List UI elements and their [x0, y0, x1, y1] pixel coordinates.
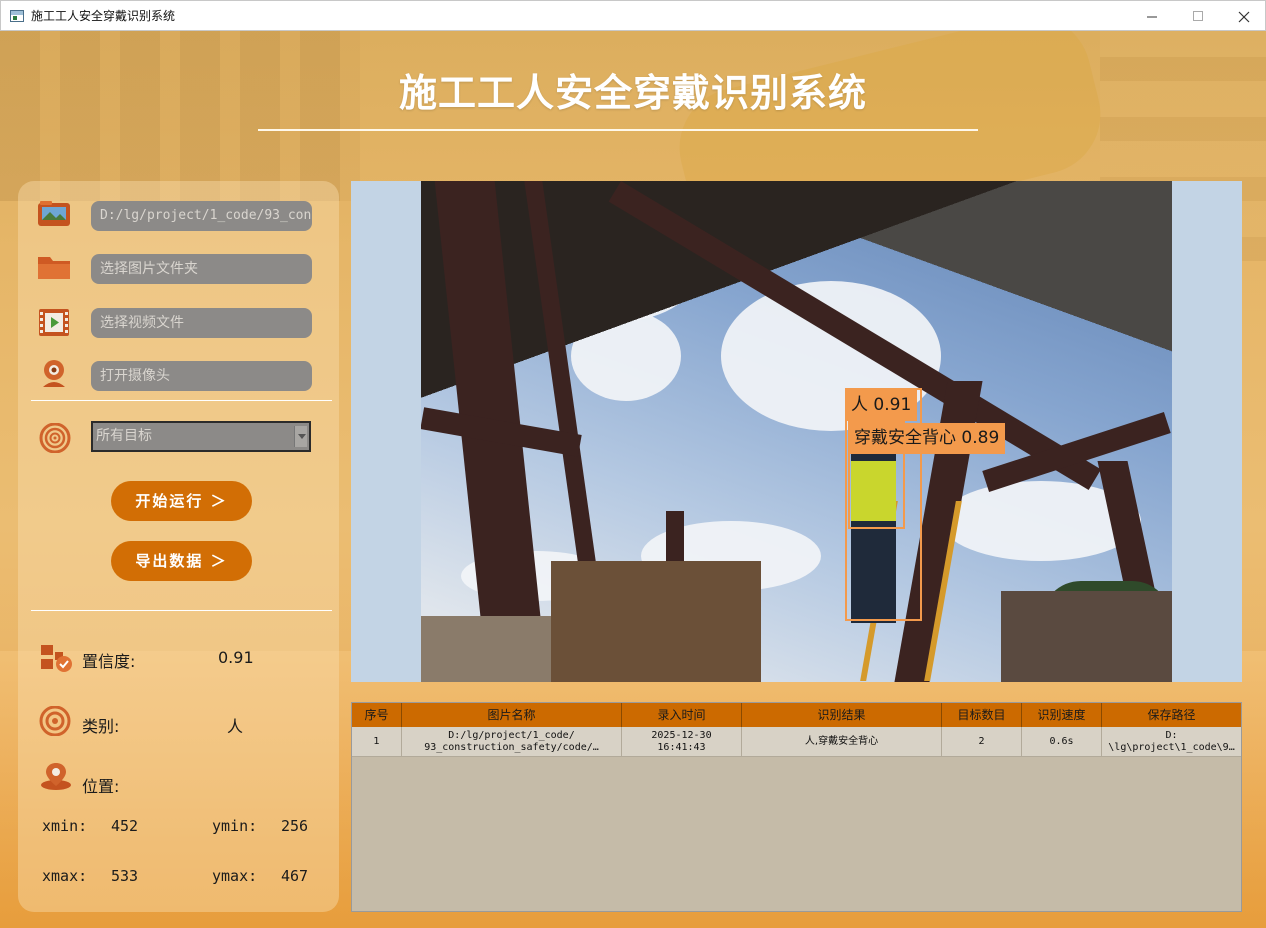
class-label: 类别: — [82, 717, 120, 736]
ymin-label: ymin: — [212, 817, 258, 835]
cell-image-name-line1: D:/lg/project/1_code/ — [448, 730, 575, 741]
confidence-value: 0.91 — [218, 648, 254, 667]
image-folder-input[interactable]: 选择图片文件夹 — [91, 254, 312, 284]
column-header[interactable]: 识别结果 — [742, 703, 942, 727]
cell-index: 1 — [352, 727, 402, 757]
cell-count: 2 — [942, 727, 1022, 757]
cell-save-path-line2: \lg\project\1_code\9… — [1108, 742, 1235, 753]
xmin-label: xmin: — [42, 817, 88, 835]
cell-image-name-line2: 93_construction_safety/code/… — [424, 742, 599, 753]
detection-label-vest: 穿戴安全背心 0.89 — [848, 423, 1006, 454]
confidence-label: 置信度: — [82, 652, 136, 671]
cell-speed: 0.6s — [1022, 727, 1102, 757]
column-header[interactable]: 保存路径 — [1102, 703, 1241, 727]
close-icon — [1238, 11, 1250, 22]
cell-image-name: D:/lg/project/1_code/ 93_construction_sa… — [402, 727, 622, 757]
xmax-value: 533 — [111, 867, 139, 885]
image-path-input[interactable]: D:/lg/project/1_code/93_construction_saf… — [91, 201, 312, 231]
minimize-icon — [1146, 16, 1157, 18]
title-divider — [258, 129, 978, 131]
window-titlebar: 施工工人安全穿戴识别系统 — [0, 0, 1266, 31]
page-title: 施工工人安全穿戴识别系统 — [398, 71, 867, 115]
column-header[interactable]: 目标数目 — [942, 703, 1022, 727]
cell-save-path-line1: D: — [1165, 730, 1178, 741]
target-icon — [39, 423, 71, 453]
ymin-value: 256 — [281, 817, 309, 835]
app-icon — [10, 9, 24, 22]
cell-time-clock: 16:41:43 — [657, 742, 706, 753]
window-title: 施工工人安全穿戴识别系统 — [31, 9, 176, 23]
image-file-icon[interactable] — [36, 199, 72, 229]
image-display: 人 0.91 穿戴安全背心 0.89 — [351, 181, 1242, 682]
target-select-value: 所有目标 — [96, 428, 152, 444]
class-value: 人 — [227, 717, 244, 736]
column-header[interactable]: 图片名称 — [402, 703, 622, 727]
detection-photo: 人 0.91 穿戴安全背心 0.89 — [421, 181, 1172, 682]
table-row[interactable]: 1 D:/lg/project/1_code/ 93_construction_… — [352, 727, 1241, 757]
folder-icon[interactable] — [36, 252, 72, 282]
class-icon — [39, 706, 71, 736]
camera-input[interactable]: 打开摄像头 — [91, 361, 312, 391]
video-file-input[interactable]: 选择视频文件 — [91, 308, 312, 338]
xmax-label: xmax: — [42, 867, 88, 885]
target-select[interactable]: 所有目标 — [91, 421, 311, 452]
cell-save-path: D: \lg\project\1_code\9… — [1102, 727, 1241, 757]
xmin-value: 452 — [111, 817, 139, 835]
position-label: 位置: — [82, 777, 120, 796]
results-table[interactable]: 序号 图片名称 录入时间 识别结果 目标数目 识别速度 保存路径 1 D:/lg… — [351, 702, 1242, 912]
cell-result: 人,穿戴安全背心 — [742, 727, 942, 757]
chevron-down-icon[interactable] — [294, 426, 307, 447]
maximize-button[interactable] — [1175, 1, 1221, 32]
start-button[interactable]: 开始运行 ＞ — [111, 481, 252, 521]
column-header[interactable]: 录入时间 — [622, 703, 742, 727]
camera-icon[interactable] — [36, 359, 72, 389]
maximize-icon — [1192, 11, 1203, 21]
location-pin-icon — [41, 763, 71, 790]
ymax-label: ymax: — [212, 867, 258, 885]
column-header[interactable]: 识别速度 — [1022, 703, 1102, 727]
video-file-icon[interactable] — [36, 307, 72, 337]
export-button[interactable]: 导出数据 ＞ — [111, 541, 252, 581]
confidence-icon — [41, 645, 72, 672]
detection-label-person: 人 0.91 — [845, 390, 918, 421]
panel-divider-bottom — [31, 610, 332, 611]
ymax-value: 467 — [281, 867, 309, 885]
cell-time: 2025-12-30 16:41:43 — [622, 727, 742, 757]
minimize-button[interactable] — [1129, 1, 1175, 32]
panel-divider-top — [31, 400, 332, 401]
column-header[interactable]: 序号 — [352, 703, 402, 727]
close-button[interactable] — [1221, 1, 1266, 32]
table-header: 序号 图片名称 录入时间 识别结果 目标数目 识别速度 保存路径 — [352, 703, 1241, 727]
cell-time-date: 2025-12-30 — [651, 730, 712, 741]
